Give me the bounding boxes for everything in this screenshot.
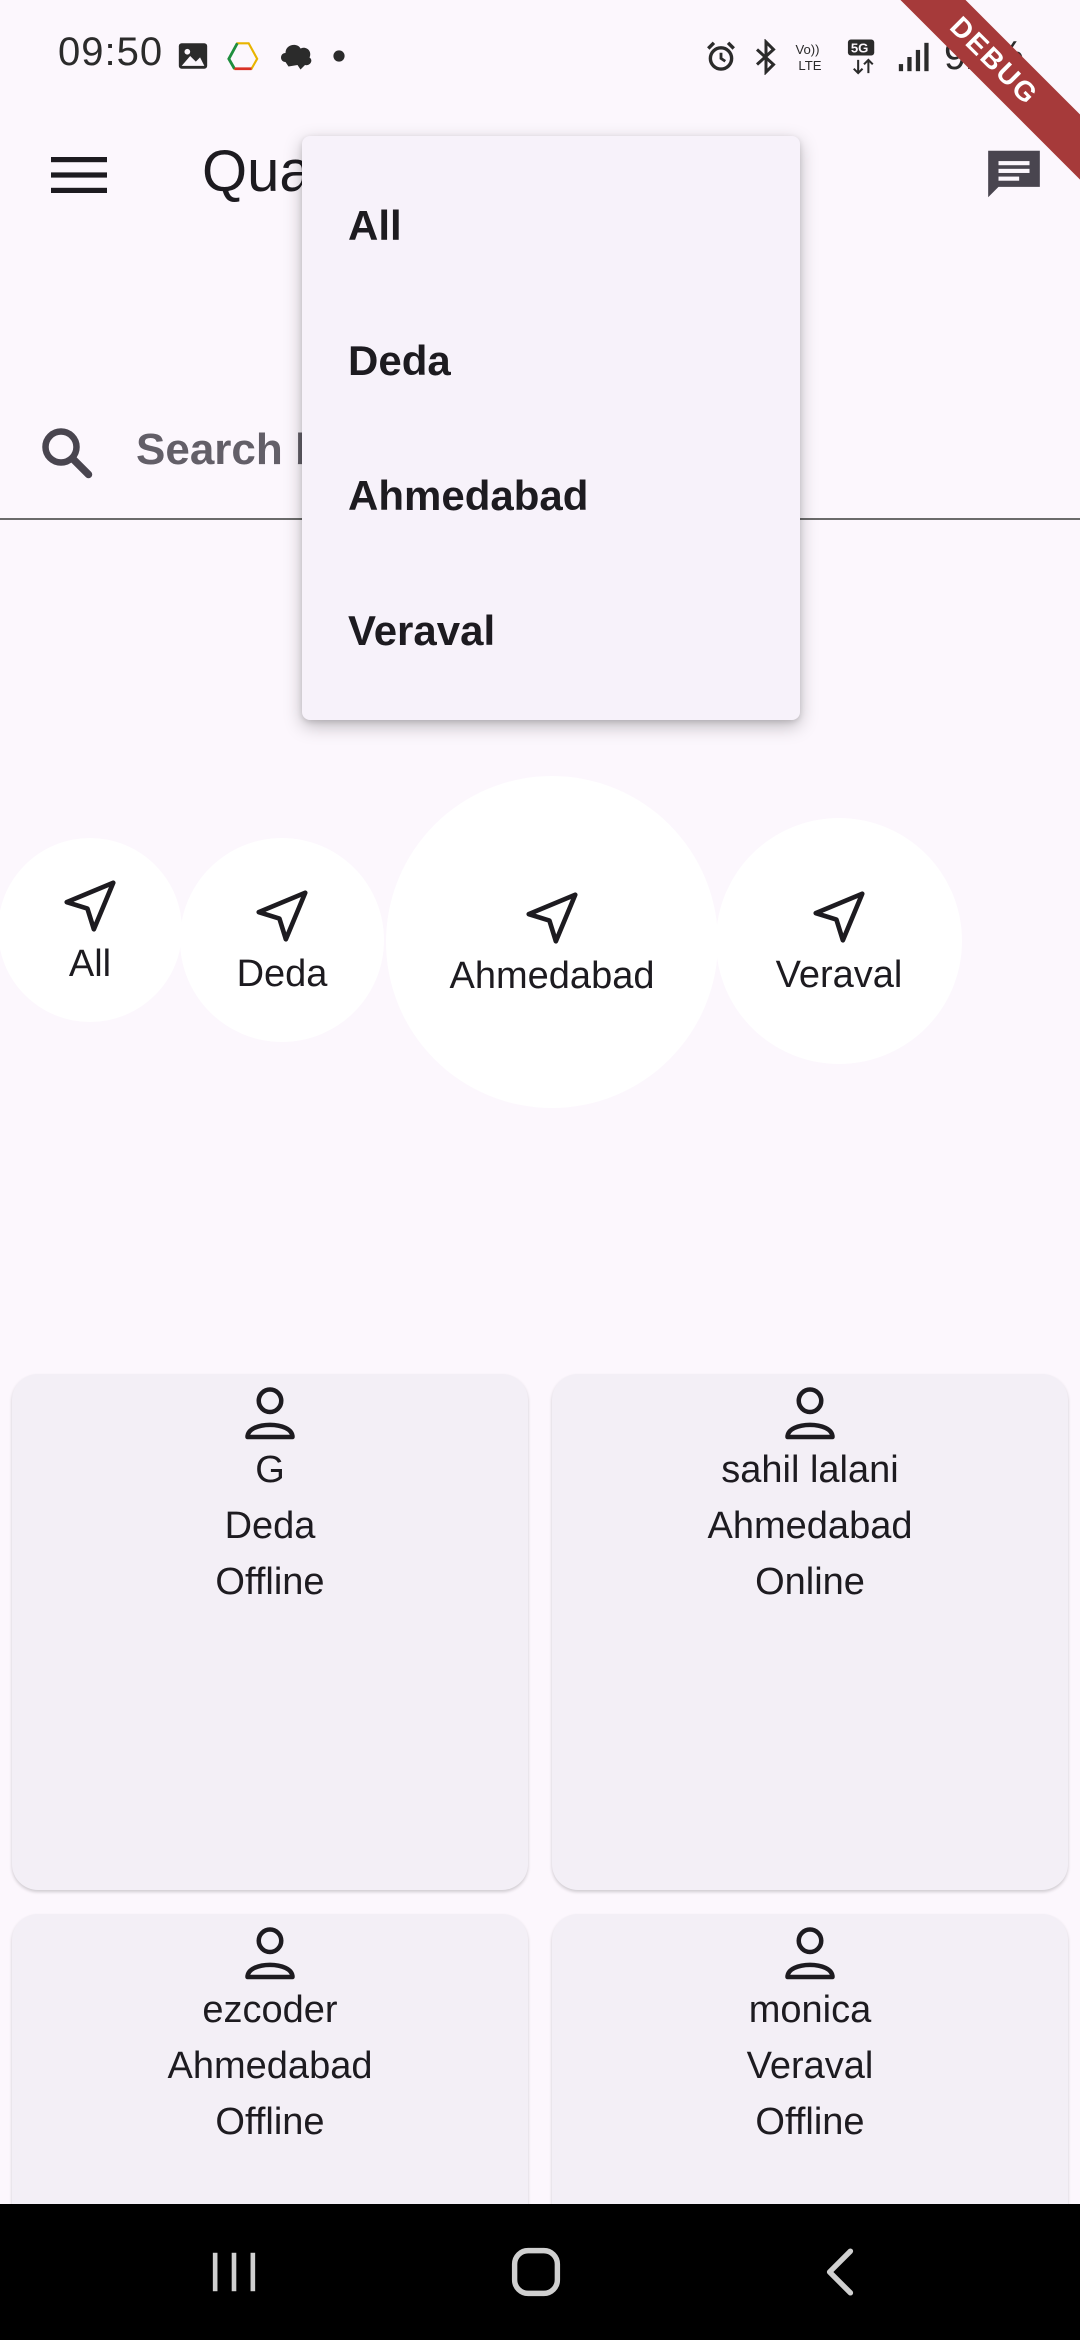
chat-button[interactable] bbox=[974, 134, 1054, 214]
location-chip-label: Ahmedabad bbox=[449, 954, 655, 997]
status-time: 09:50 bbox=[58, 30, 164, 74]
location-chip-ahmedabad[interactable]: Ahmedabad bbox=[386, 776, 718, 1108]
system-nav-bar bbox=[0, 2204, 1080, 2340]
notification-icon bbox=[281, 44, 312, 70]
user-card[interactable]: sahil lalani Ahmedabad Online bbox=[552, 1374, 1068, 1890]
back-button[interactable] bbox=[808, 2240, 872, 2304]
location-chip-deda[interactable]: Deda bbox=[180, 838, 384, 1042]
location-chip-veraval[interactable]: Veraval bbox=[716, 818, 962, 1064]
person-icon bbox=[785, 1387, 835, 1440]
menu-button[interactable] bbox=[44, 140, 114, 210]
dropdown-item-deda[interactable]: Deda bbox=[302, 293, 800, 428]
location-chip-label: All bbox=[68, 942, 112, 985]
dropdown-item-all[interactable]: All bbox=[302, 158, 800, 293]
user-name: G bbox=[255, 1449, 285, 1491]
svg-text:5G: 5G bbox=[851, 40, 869, 55]
alarm-icon bbox=[706, 41, 735, 71]
user-city: Ahmedabad bbox=[707, 1505, 913, 1547]
dropdown-item-ahmedabad[interactable]: Ahmedabad bbox=[302, 428, 800, 563]
user-status: Offline bbox=[215, 2101, 325, 2143]
navigation-arrow-icon bbox=[64, 879, 116, 932]
navigation-arrow-icon bbox=[813, 890, 865, 943]
home-button[interactable] bbox=[504, 2240, 568, 2304]
location-dropdown-menu: All Deda Ahmedabad Veraval bbox=[302, 136, 800, 720]
location-chip-label: Veraval bbox=[775, 953, 903, 996]
location-chip-all[interactable]: All bbox=[0, 838, 182, 1022]
page-title: Qua bbox=[202, 139, 312, 204]
person-icon bbox=[245, 1927, 295, 1980]
home-icon bbox=[511, 2247, 561, 2297]
user-city: Deda bbox=[224, 1505, 316, 1547]
svg-text:Vo)): Vo)) bbox=[795, 42, 819, 57]
hamburger-menu-icon bbox=[51, 157, 107, 193]
status-left-icons bbox=[176, 38, 346, 74]
person-icon bbox=[785, 1927, 835, 1980]
drive-icon bbox=[227, 42, 259, 71]
user-status: Offline bbox=[215, 1561, 325, 1603]
svg-text:LTE: LTE bbox=[798, 58, 821, 73]
dropdown-item-veraval[interactable]: Veraval bbox=[302, 563, 800, 698]
user-status: Offline bbox=[755, 2101, 865, 2143]
back-icon bbox=[826, 2248, 854, 2296]
bluetooth-icon bbox=[755, 38, 776, 75]
recents-icon bbox=[212, 2252, 256, 2292]
user-status: Online bbox=[755, 1561, 865, 1603]
chat-icon bbox=[988, 150, 1040, 198]
navigation-arrow-icon bbox=[526, 891, 578, 944]
user-city: Ahmedabad bbox=[167, 2045, 373, 2087]
user-name: monica bbox=[748, 1989, 872, 2031]
user-name: sahil lalani bbox=[721, 1449, 899, 1491]
signal-icon bbox=[898, 42, 929, 71]
user-card[interactable]: G Deda Offline bbox=[12, 1374, 528, 1890]
search-icon bbox=[42, 428, 93, 479]
image-icon bbox=[178, 43, 208, 69]
user-card[interactable]: monica Veraval Offline bbox=[552, 1914, 1068, 2234]
user-card[interactable]: ezcoder Ahmedabad Offline bbox=[12, 1914, 528, 2234]
volte-icon: Vo))LTE bbox=[795, 42, 821, 73]
user-name: ezcoder bbox=[202, 1989, 338, 2031]
dot-icon bbox=[333, 50, 345, 62]
navigation-arrow-icon bbox=[256, 889, 308, 942]
person-icon bbox=[245, 1387, 295, 1440]
location-chip-label: Deda bbox=[236, 952, 328, 995]
recents-button[interactable] bbox=[202, 2240, 266, 2304]
5g-icon: 5G bbox=[847, 38, 875, 75]
user-city: Veraval bbox=[746, 2045, 874, 2087]
